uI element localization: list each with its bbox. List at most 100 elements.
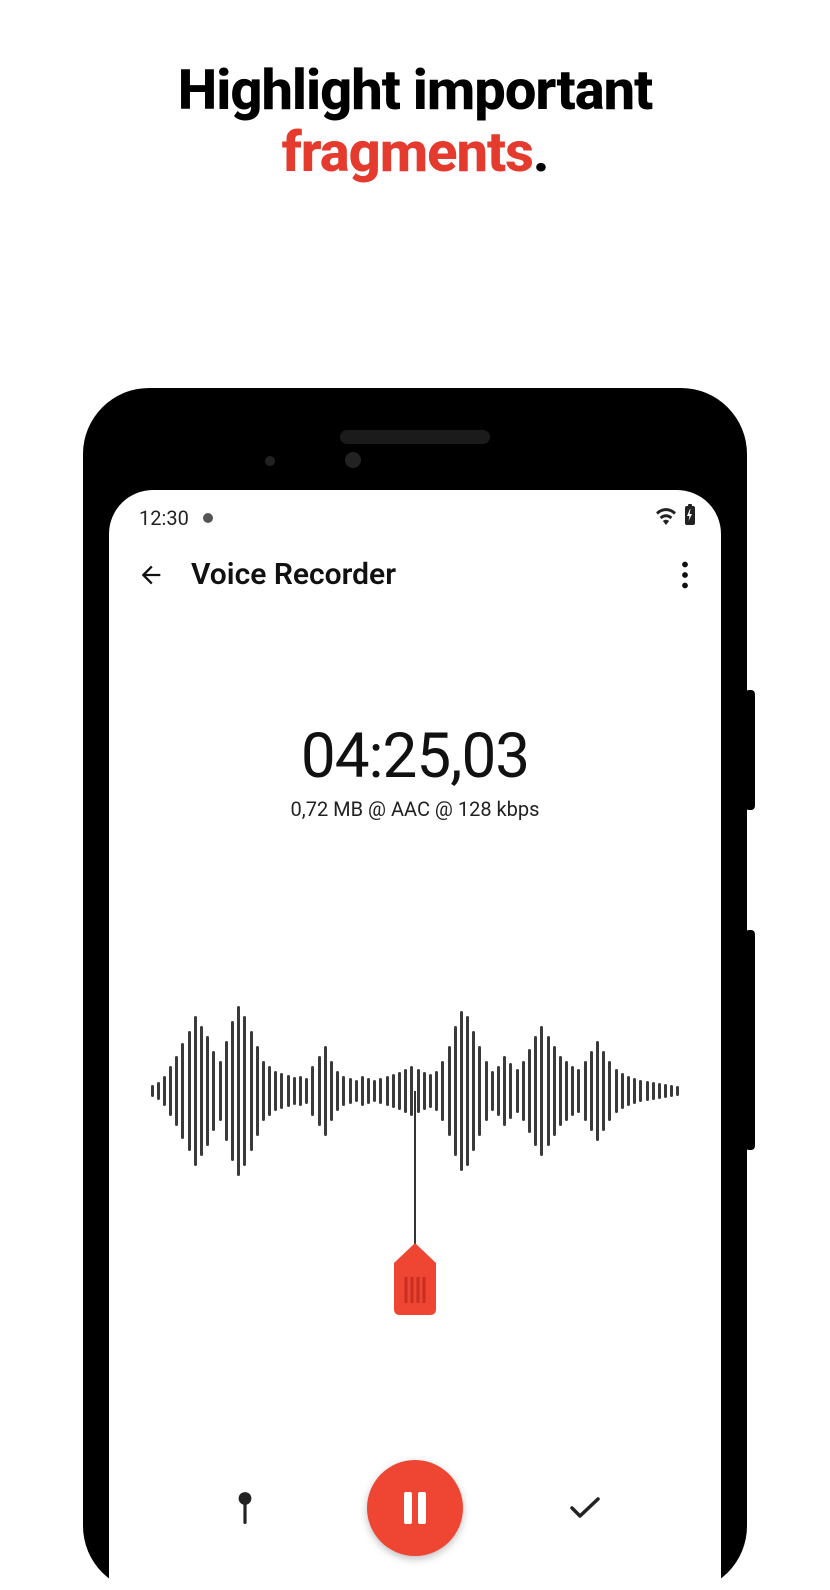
waveform-bar (571, 1066, 574, 1116)
waveform-bar (676, 1086, 679, 1096)
waveform-bar (163, 1076, 166, 1106)
waveform-bar (231, 1021, 234, 1161)
waveform-bar (181, 1043, 184, 1139)
waveform-bar (584, 1061, 587, 1121)
tag-marker-line (414, 1091, 416, 1251)
recording-timer: 04:25,03 (109, 720, 721, 793)
status-time: 12:30 (139, 506, 189, 530)
recording-file-info: 0,72 MB @ AAC @ 128 kbps (109, 797, 721, 821)
phone-speaker (340, 430, 490, 444)
back-button[interactable] (131, 561, 171, 589)
waveform-bar (355, 1080, 358, 1102)
waveform-bar (577, 1069, 580, 1113)
promo-line2-accent: fragments (282, 119, 533, 185)
waveform-bar (454, 1026, 457, 1156)
wifi-icon (655, 506, 677, 530)
pin-icon (234, 1491, 256, 1525)
phone-sensor (265, 456, 275, 466)
waveform-bar (553, 1046, 556, 1136)
waveform-area[interactable] (109, 991, 721, 1191)
promo-line2-suffix: . (533, 119, 549, 185)
waveform-bar (652, 1082, 655, 1100)
pause-icon (400, 1490, 430, 1526)
check-icon (569, 1495, 601, 1521)
waveform-bar (151, 1085, 154, 1097)
waveform-bar (621, 1073, 624, 1109)
waveform-bar (565, 1061, 568, 1121)
waveform-bar (404, 1069, 407, 1113)
waveform-bar (534, 1036, 537, 1146)
waveform-bar (627, 1076, 630, 1106)
waveform-bar (441, 1061, 444, 1121)
timer-area: 04:25,03 0,72 MB @ AAC @ 128 kbps (109, 720, 721, 821)
waveform-bar (169, 1066, 172, 1116)
waveform-bar (280, 1073, 283, 1109)
waveform-bar (206, 1036, 209, 1146)
waveform-bar (299, 1076, 302, 1106)
phone-frame: 12:30 Voice Recorder (85, 390, 745, 1590)
waveform-bar (361, 1076, 364, 1106)
waveform-bar (194, 1016, 197, 1166)
waveform-bar (516, 1069, 519, 1113)
waveform-bar (386, 1076, 389, 1106)
waveform-bar (485, 1061, 488, 1121)
status-bar: 12:30 (109, 490, 721, 539)
waveform-bar (596, 1041, 599, 1141)
waveform-bar (491, 1071, 494, 1111)
waveform-bar (293, 1077, 296, 1105)
waveform-bar (590, 1051, 593, 1131)
waveform-bar (639, 1080, 642, 1102)
waveform-bar (664, 1084, 667, 1098)
waveform-bar (466, 1016, 469, 1166)
waveform-bar (250, 1031, 253, 1151)
promo-line1: Highlight important (178, 57, 652, 123)
waveform-bar (287, 1075, 290, 1107)
waveform-bar (324, 1046, 327, 1136)
waveform-bar (311, 1066, 314, 1116)
waveform-bar (225, 1041, 228, 1141)
waveform-bar (200, 1026, 203, 1156)
promo-headline: Highlight important fragments. (0, 60, 830, 183)
phone-side-button-top (745, 690, 755, 810)
waveform-bar (318, 1056, 321, 1126)
tag-marker-icon (386, 1243, 444, 1317)
waveform-bar (219, 1061, 222, 1121)
waveform-bar (212, 1051, 215, 1131)
waveform-bar (262, 1061, 265, 1121)
waveform-bar (646, 1081, 649, 1101)
tag-marker[interactable] (386, 1243, 444, 1321)
done-button[interactable] (555, 1478, 615, 1538)
waveform-bar (478, 1046, 481, 1136)
waveform-bar (602, 1051, 605, 1131)
waveform-bar (658, 1083, 661, 1099)
waveform-bar (460, 1011, 463, 1171)
pause-button[interactable] (367, 1460, 463, 1556)
waveform-bar (410, 1066, 413, 1116)
waveform-bar (349, 1078, 352, 1104)
waveform-bar (559, 1056, 562, 1126)
waveform-bar (417, 1069, 420, 1113)
back-arrow-icon (137, 561, 165, 589)
more-button[interactable] (665, 561, 705, 589)
phone-camera (345, 452, 361, 468)
waveform-bar (268, 1066, 271, 1116)
phone-side-button-bottom (745, 930, 755, 1150)
waveform-bar (157, 1082, 160, 1100)
recording-controls (109, 1460, 721, 1556)
more-vert-icon (681, 561, 689, 589)
waveform-bar (367, 1078, 370, 1104)
waveform-bar (342, 1076, 345, 1106)
phone-mockup: 12:30 Voice Recorder (85, 390, 745, 1590)
waveform-bar (175, 1056, 178, 1126)
waveform-bar (392, 1074, 395, 1108)
waveform-bar (670, 1085, 673, 1097)
waveform-bar (540, 1026, 543, 1156)
waveform-bar (503, 1056, 506, 1126)
pin-button[interactable] (215, 1478, 275, 1538)
waveform-bar (608, 1061, 611, 1121)
waveform-bar (373, 1080, 376, 1102)
waveform-bar (497, 1066, 500, 1116)
waveform-bar (448, 1046, 451, 1136)
waveform-bar (243, 1016, 246, 1166)
waveform-bar (305, 1078, 308, 1104)
